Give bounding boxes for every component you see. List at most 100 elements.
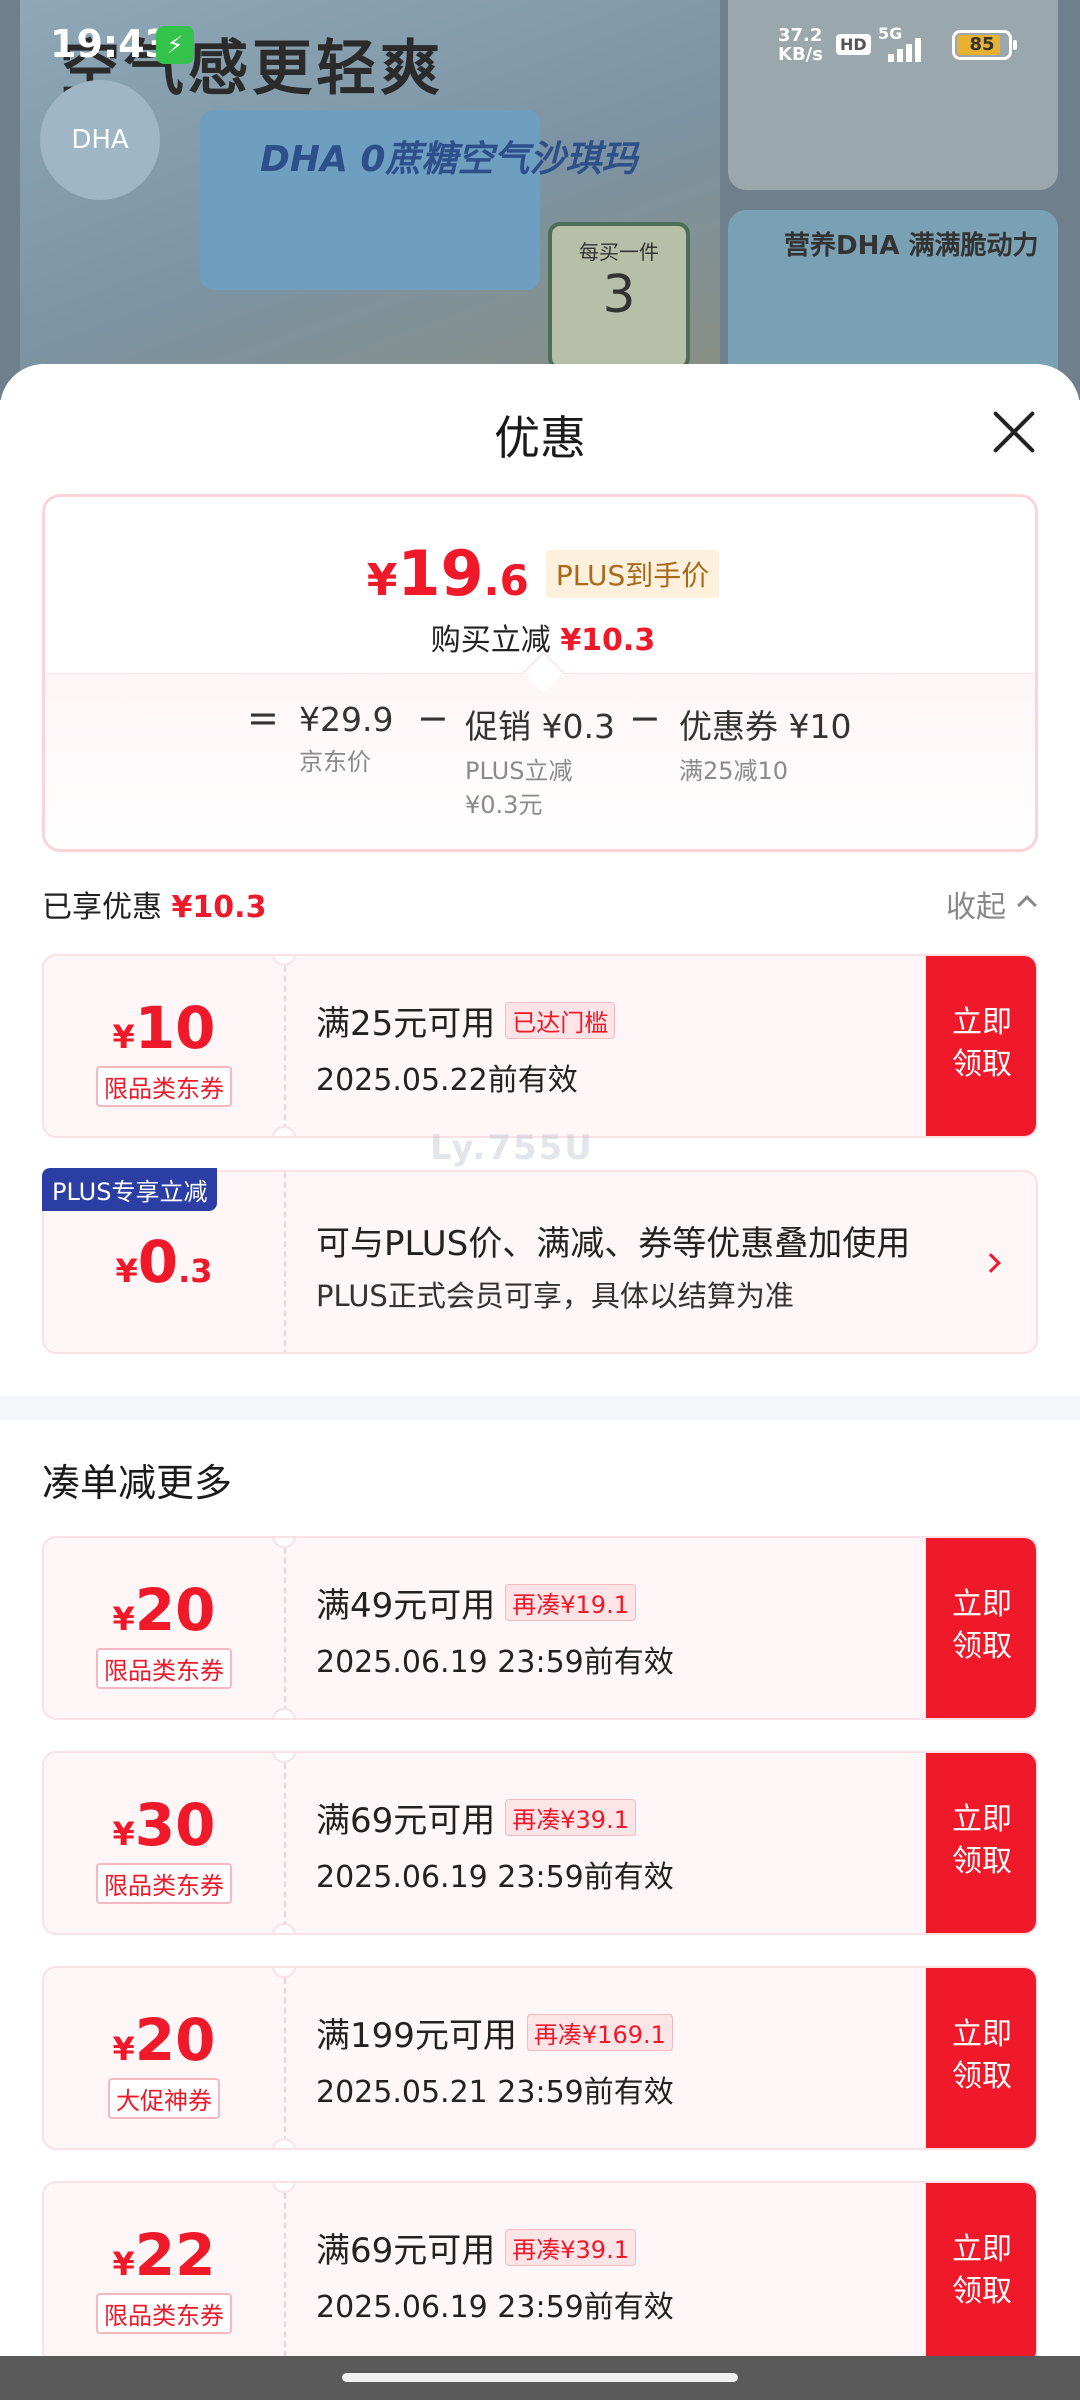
product-package-text: DHA 0蔗糖空气沙琪玛 [260,139,638,180]
coupon-validity: 2025.06.19 23:59前有效 [316,1645,674,1680]
final-price: ¥19.6 [367,537,529,610]
coupon-number: 20 [134,2006,216,2074]
coupon-currency: ¥ [112,1600,135,1638]
coupon-divider [284,1172,286,1352]
claim-label-1: 立即 [952,1802,1012,1837]
coupon-value: ¥20 限品类东券 [44,1538,284,1718]
rebate-badge-amount: 3 [602,265,636,325]
plus-exclusive-badge: PLUS专享立减 [42,1168,218,1211]
enjoyed-discount: 已享优惠 ¥10.3 [42,882,266,926]
coupon-value: ¥10 限品类东券 [44,956,284,1136]
battery-level: 85 [969,34,995,55]
coupon-number: 10 [134,994,216,1062]
coupon-number: 20 [134,1576,216,1644]
chevron-right-icon[interactable] [981,1253,1001,1273]
home-gesture-handle[interactable] [342,2373,738,2382]
status-time: 19:43 [50,22,171,66]
price-formula: = ¥29.9 京东价 − 促销 ¥0.3 PLUS立减 ¥0.3元 − 优惠券… [45,673,1035,849]
more-discounts-title: 凑单减更多 [42,1461,233,1505]
promo-sub-amount: ¥0.3元 [465,791,543,819]
dha-badge: DHA [40,80,160,200]
claim-label-2: 领取 [952,1629,1012,1664]
navigation-bar [0,2356,1080,2400]
enjoyed-discount-amount: ¥10.3 [171,890,267,925]
claim-label-2: 领取 [952,2059,1012,2094]
remaining-chip: 再凑¥19.1 [505,1584,636,1621]
remaining-chip: 再凑¥39.1 [505,1799,636,1836]
minus-sign: − [417,696,449,740]
coupon-amount: ¥20 [44,1576,284,1644]
rebate-badge: 每买一件 3 [548,222,690,370]
claim-button[interactable]: 立即 领取 [926,1538,1036,1718]
coupon-info: 满49元可用 再凑¥19.1 2025.06.19 23:59前有效 [316,1578,674,1681]
coupon-value: ¥22 限品类东券 [44,2183,284,2363]
coupon-divider [284,1753,286,1933]
plus-price-tag: PLUS到手价 [545,549,720,598]
coupon-amount: ¥30 [44,1791,284,1859]
coupon-condition: 满69元可用 再凑¥39.1 [316,2223,674,2272]
coupon-card: ¥20 大促神券 满199元可用 再凑¥169.1 2025.05.21 23:5… [42,1966,1038,2150]
coupon-item: 优惠券 ¥10 满25减10 [679,700,851,788]
coupon-condition-text: 满25元可用 [316,1004,496,1044]
final-price-currency: ¥ [366,555,398,606]
claim-label-1: 立即 [952,1587,1012,1622]
signal-icon: 5G [878,24,944,64]
instant-discount-amount: ¥10.3 [560,623,656,658]
coupon-type: 限品类东券 [96,2293,232,2334]
sheet-title: 优惠 [494,411,586,465]
claim-label-1: 立即 [952,2232,1012,2267]
jd-price-item: ¥29.9 京东价 [299,700,393,779]
coupon-amount: 优惠券 ¥10 [679,707,852,746]
plus-discount-integer: 0 [137,1228,179,1296]
net-speed-unit: KB/s [778,44,823,65]
coupon-condition: 满69元可用 再凑¥39.1 [316,1793,674,1842]
coupon-divider [284,1538,286,1718]
coupon-currency: ¥ [112,1815,135,1853]
enjoyed-discount-label: 已享优惠 [42,890,162,925]
coupon-validity: 2025.06.19 23:59前有效 [316,2290,674,2325]
coupon-card: ¥30 限品类东券 满69元可用 再凑¥39.1 2025.06.19 23:59… [42,1751,1038,1935]
final-price-integer: 19 [397,537,484,610]
coupon-amount: ¥10 [44,994,284,1062]
coupon-value: ¥30 限品类东券 [44,1753,284,1933]
instant-discount-label: 购买立减 [430,623,551,658]
claim-label-2: 领取 [952,1047,1012,1082]
coupon-notch [272,1708,296,1718]
coupon-info: 满25元可用 已达门槛 2025.05.22前有效 [316,996,616,1099]
net-speed-value: 37.2 [778,25,823,46]
remaining-chip: 再凑¥169.1 [526,2014,673,2051]
coupon-amount: ¥22 [44,2221,284,2289]
coupon-condition: 满25元可用 已达门槛 [316,996,616,1045]
hd-icon: HD [836,34,871,55]
status-bar: 19:43 ⚡ 37.2 KB/s HD 5G 85 [0,0,1080,90]
coupon-card: ¥20 限品类东券 满49元可用 再凑¥19.1 2025.06.19 23:59… [42,1536,1038,1720]
claim-button[interactable]: 立即 领取 [926,1753,1036,1933]
net-speed: 37.2 KB/s [778,26,823,64]
coupon-divider [284,1968,286,2148]
claim-button[interactable]: 立即 领取 [926,1968,1036,2148]
claim-label-1: 立即 [952,2017,1012,2052]
close-icon[interactable] [986,404,1042,460]
promo-amount: 促销 ¥0.3 [465,707,615,746]
coupon-type: 限品类东券 [96,1066,232,1107]
signal-bars [888,38,924,62]
coupon-notch [272,1126,296,1136]
claim-label-2: 领取 [952,1844,1012,1879]
chevron-up-icon[interactable] [1017,895,1037,915]
coupon-divider [284,956,286,1136]
coupon-value: ¥20 大促神券 [44,1968,284,2148]
price-summary-card: ¥19.6 PLUS到手价 购买立减 ¥10.3 = ¥29.9 京东价 − 促… [42,494,1038,852]
coupon-info: 满69元可用 再凑¥39.1 2025.06.19 23:59前有效 [316,2223,674,2326]
rebate-badge-top: 每买一件 [579,240,659,264]
coupon-currency: ¥ [112,2245,135,2283]
claim-button[interactable]: 立即 领取 [926,956,1036,1136]
collapse-button[interactable]: 收起 [946,882,1006,926]
plus-discount-currency: ¥ [115,1252,138,1290]
discount-sheet: 优惠 ¥19.6 PLUS到手价 购买立减 ¥10.3 = ¥29.9 京东价 … [0,364,1080,2400]
claim-button[interactable]: 立即 领取 [926,2183,1036,2363]
remaining-chip: 再凑¥39.1 [505,2229,636,2266]
coupon-validity: 2025.05.22前有效 [316,1063,578,1098]
coupon-type: 大促神券 [108,2078,220,2119]
coupon-validity: 2025.05.21 23:59前有效 [316,2075,674,2110]
coupon-validity: 2025.06.19 23:59前有效 [316,1860,674,1895]
